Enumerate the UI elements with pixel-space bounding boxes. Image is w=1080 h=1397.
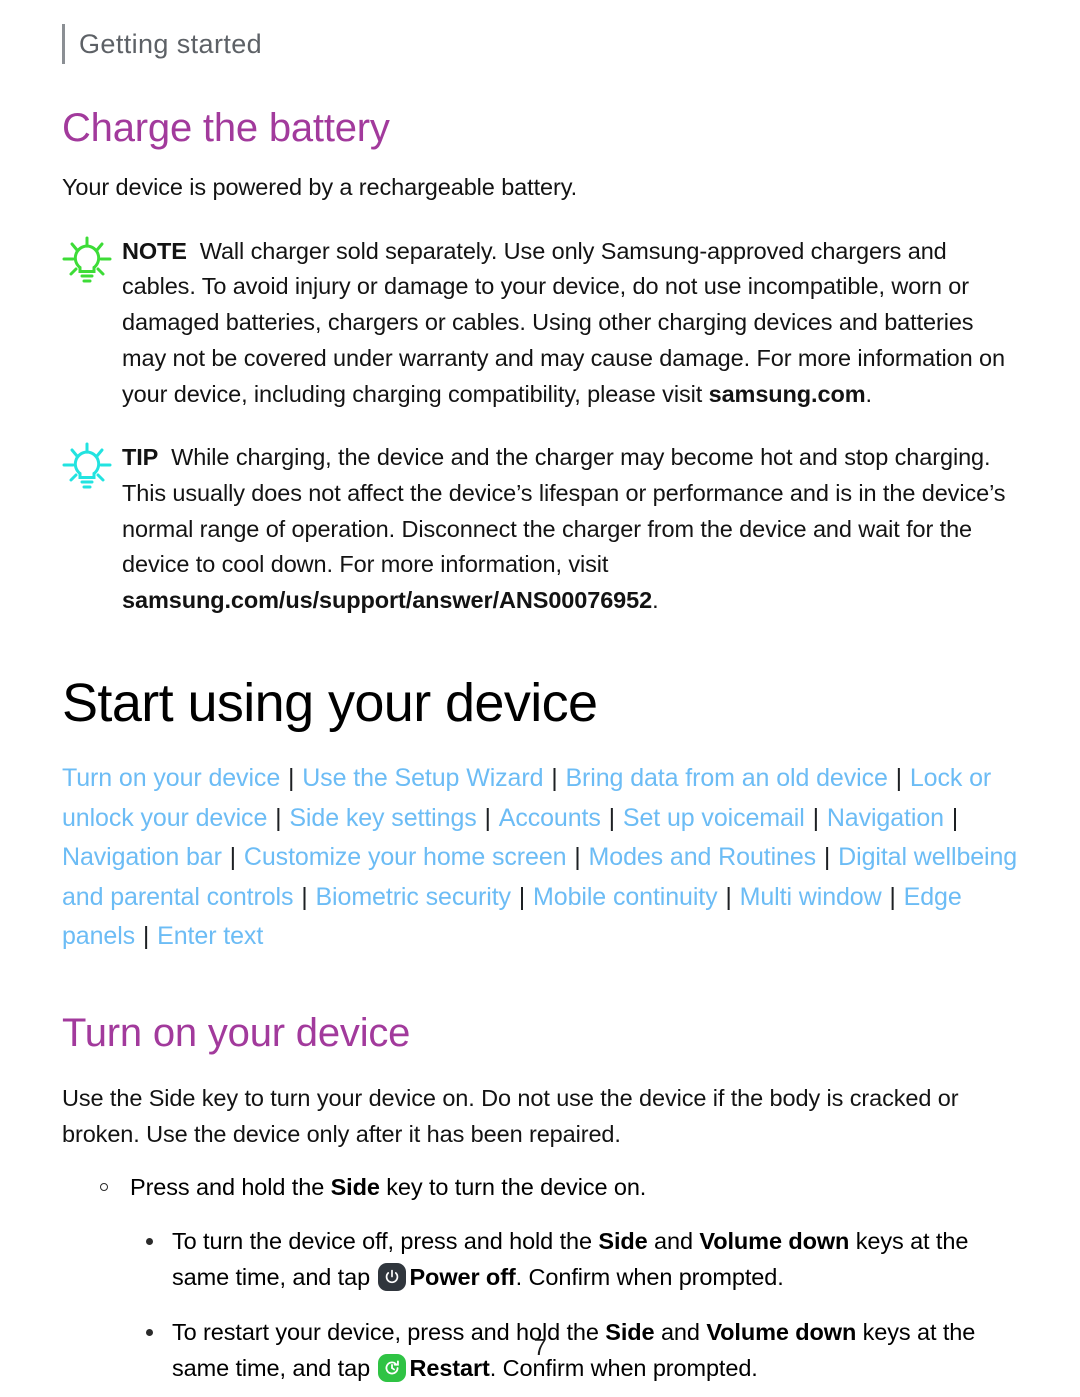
tip-bold-link-text: samsung.com/us/support/answer/ANS0007695… bbox=[122, 587, 653, 614]
list-item: To turn the device off, press and hold t… bbox=[140, 1224, 1018, 1295]
section-link[interactable]: Modes and Routines bbox=[589, 843, 817, 871]
link-separator: | bbox=[805, 803, 826, 832]
note-callout: NOTE Wall charger sold separately. Use o… bbox=[62, 234, 1018, 413]
link-separator: | bbox=[136, 922, 157, 951]
section-link[interactable]: Mobile continuity bbox=[533, 883, 718, 911]
tip-callout: TIP While charging, the device and the c… bbox=[62, 440, 1018, 619]
primary-bullet-list: Press and hold the Side key to turn the … bbox=[62, 1170, 1018, 1206]
section-link-list: Turn on your device | Use the Setup Wiza… bbox=[62, 759, 1018, 957]
link-separator: | bbox=[477, 803, 498, 832]
power-off-icon bbox=[378, 1262, 407, 1291]
link-separator: | bbox=[222, 843, 243, 872]
section-link[interactable]: Enter text bbox=[157, 922, 263, 950]
link-separator: | bbox=[281, 764, 302, 793]
bullet-post-text: key to turn the device on. bbox=[379, 1174, 647, 1201]
running-head-label: Getting started bbox=[79, 28, 263, 59]
turn-on-title: Turn on your device bbox=[62, 1010, 411, 1055]
list-item: Press and hold the Side key to turn the … bbox=[96, 1170, 1018, 1206]
section-link[interactable]: Navigation bbox=[827, 804, 944, 832]
lightbulb-icon bbox=[62, 234, 116, 289]
link-separator: | bbox=[944, 803, 959, 832]
turn-on-paragraph: Use the Side key to turn your device on.… bbox=[62, 1084, 959, 1147]
page-title: Charge the battery bbox=[62, 106, 390, 150]
section-link[interactable]: Navigation bar bbox=[62, 843, 222, 871]
section-link[interactable]: Turn on your device bbox=[62, 764, 280, 792]
link-separator: | bbox=[601, 803, 622, 832]
note-text: Wall charger sold separately. Use only S… bbox=[122, 237, 1005, 407]
link-separator: | bbox=[882, 882, 903, 911]
tip-tail-punct: . bbox=[652, 587, 659, 614]
note-bold-link-text: samsung.com bbox=[708, 380, 866, 407]
section-link[interactable]: Customize your home screen bbox=[244, 843, 567, 871]
sub-bullet-text-2: and bbox=[647, 1228, 700, 1255]
charge-intro-text: Your device is powered by a rechargeable… bbox=[62, 174, 578, 200]
start-using-title: Start using your device bbox=[62, 672, 598, 733]
section-link[interactable]: Use the Setup Wizard bbox=[302, 764, 543, 792]
note-label: NOTE bbox=[122, 237, 187, 264]
page-number: 7 bbox=[533, 1334, 547, 1360]
note-tail-punct: . bbox=[865, 380, 873, 407]
section-link[interactable]: Bring data from an old device bbox=[565, 764, 887, 792]
section-link[interactable]: Set up voicemail bbox=[623, 804, 805, 832]
sub-bullet-bold-power-off: Power off bbox=[409, 1263, 516, 1290]
link-separator: | bbox=[567, 843, 588, 872]
section-link[interactable]: Biometric security bbox=[315, 883, 511, 911]
sub-bullet-bold-volume-down: Volume down bbox=[699, 1228, 850, 1255]
section-link[interactable]: Accounts bbox=[499, 804, 601, 832]
sub-bullet-bold-side: Side bbox=[598, 1228, 648, 1255]
header-rule bbox=[62, 24, 65, 64]
link-separator: | bbox=[888, 764, 909, 793]
lightbulb-icon bbox=[62, 440, 116, 495]
sub-bullet-text-1: To turn the device off, press and hold t… bbox=[172, 1228, 599, 1255]
tip-label: TIP bbox=[122, 444, 159, 471]
running-header: Getting started bbox=[62, 0, 1018, 72]
bullet-pre-text: Press and hold the bbox=[130, 1174, 331, 1201]
link-separator: | bbox=[544, 764, 565, 793]
sub-bullet-list: To turn the device off, press and hold t… bbox=[62, 1224, 1018, 1387]
section-link[interactable]: Multi window bbox=[740, 883, 882, 911]
link-separator: | bbox=[511, 882, 533, 911]
link-separator: | bbox=[294, 882, 315, 911]
note-callout-body: NOTE Wall charger sold separately. Use o… bbox=[122, 234, 1018, 413]
tip-text: While charging, the device and the charg… bbox=[122, 444, 1006, 578]
tip-callout-body: TIP While charging, the device and the c… bbox=[122, 440, 1018, 619]
link-separator: | bbox=[718, 882, 739, 911]
bullet-bold-side: Side bbox=[330, 1174, 380, 1201]
link-separator: | bbox=[268, 803, 289, 832]
sub-bullet-text-4: . Confirm when prompted. bbox=[515, 1263, 784, 1290]
link-separator: | bbox=[817, 843, 838, 872]
manual-page: Getting started Charge the battery Your … bbox=[0, 0, 1080, 1397]
section-link[interactable]: Side key settings bbox=[289, 804, 476, 832]
